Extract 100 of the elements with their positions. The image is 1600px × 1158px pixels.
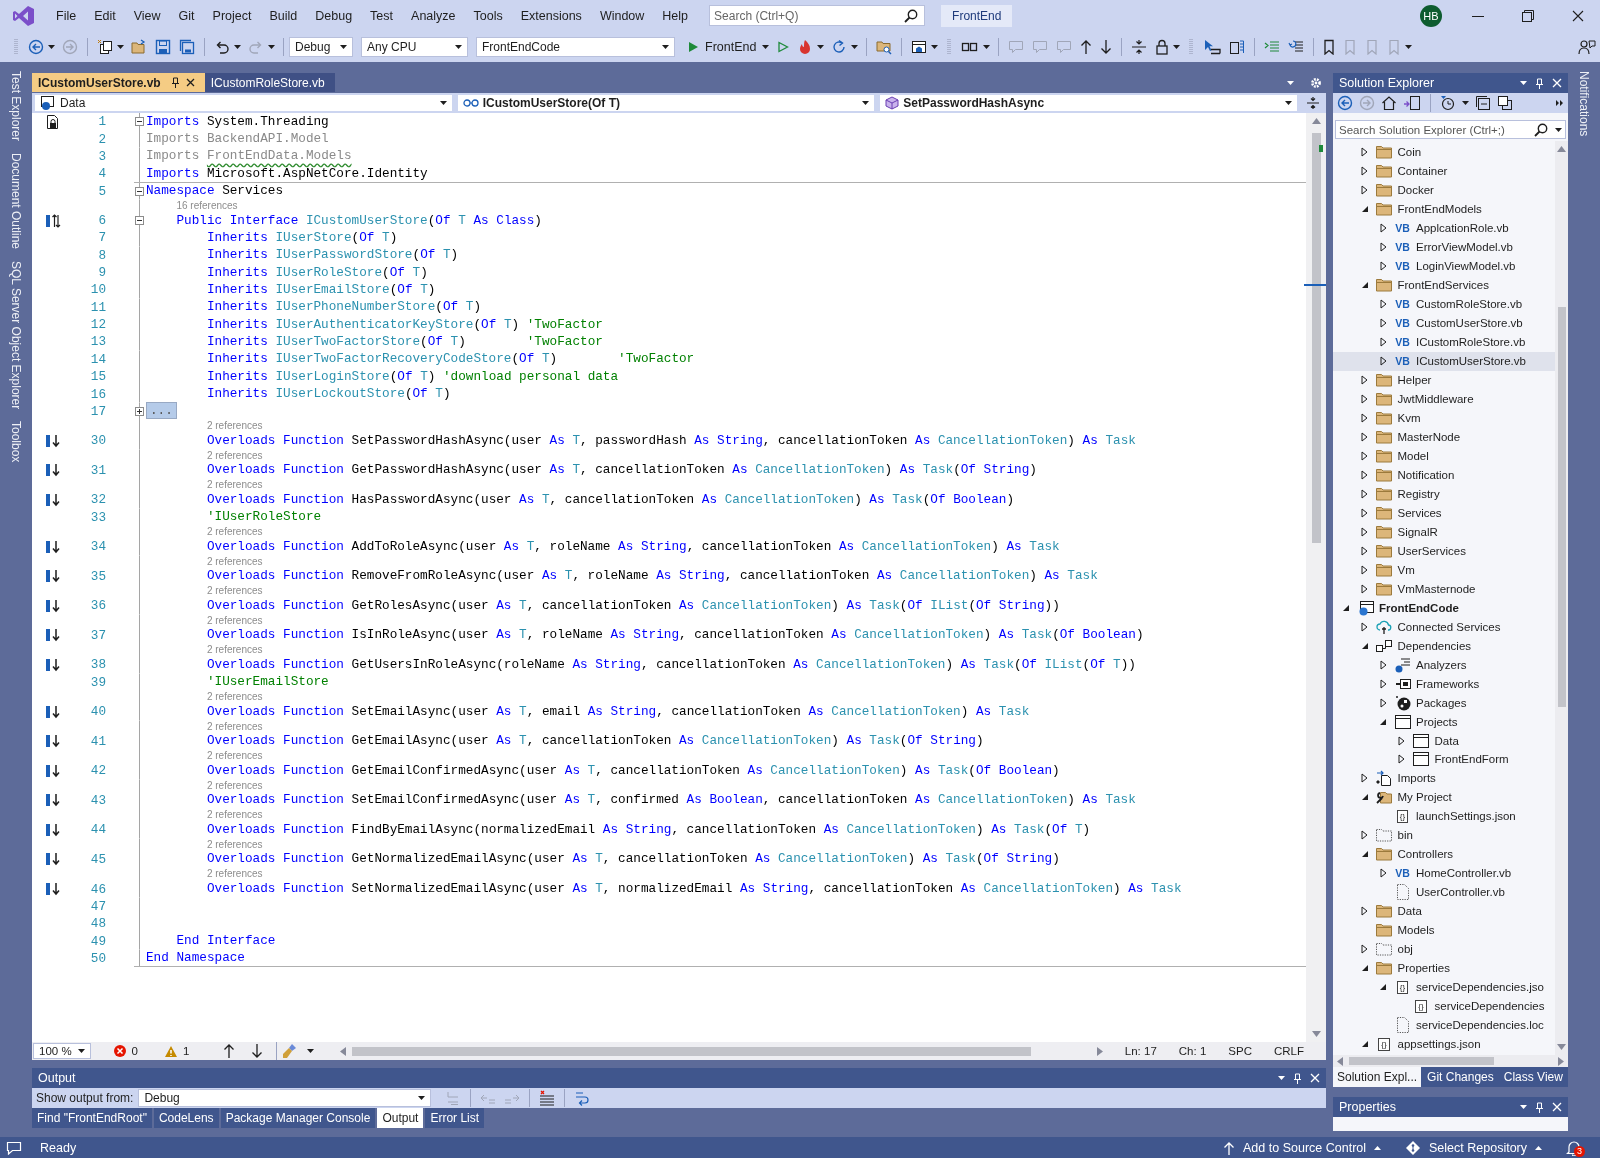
collapsed-region[interactable]: ... bbox=[146, 402, 177, 420]
tool-window-tab[interactable]: Notifications bbox=[1577, 71, 1591, 137]
expand-arrow-icon[interactable] bbox=[1361, 773, 1368, 784]
tree-item[interactable]: FrontEndServices bbox=[1333, 275, 1555, 295]
expand-arrow-icon[interactable] bbox=[1398, 735, 1405, 746]
tool-window-tab[interactable]: Test Explorer bbox=[9, 71, 23, 142]
caret-icon[interactable] bbox=[234, 44, 241, 49]
account-avatar[interactable]: HB bbox=[1420, 4, 1442, 27]
expand-icon[interactable] bbox=[134, 406, 144, 416]
bar-arrow-icon[interactable] bbox=[45, 569, 61, 584]
expand-arrow-icon[interactable] bbox=[1379, 337, 1387, 348]
up-arrow-icon[interactable] bbox=[223, 1043, 236, 1059]
bar-arrow-icon[interactable] bbox=[45, 598, 61, 613]
vertical-scrollbar[interactable] bbox=[1306, 113, 1326, 1042]
panel-tab[interactable]: CodeLens bbox=[153, 1108, 219, 1128]
references-link[interactable]: 2 references bbox=[206, 868, 263, 881]
menu-item[interactable]: Project bbox=[203, 4, 261, 27]
tree-item[interactable]: Coin bbox=[1333, 143, 1555, 162]
scrollbar-thumb[interactable] bbox=[1311, 133, 1321, 543]
panel-tab[interactable]: Git Changes bbox=[1423, 1067, 1498, 1087]
caret-icon[interactable] bbox=[268, 44, 275, 49]
clear-all-icon[interactable] bbox=[539, 1090, 556, 1106]
panel-tab[interactable]: Package Manager Console bbox=[220, 1108, 376, 1128]
scroll-up-icon[interactable] bbox=[1557, 146, 1566, 152]
menu-item[interactable]: Help bbox=[653, 4, 698, 27]
menu-item[interactable]: Build bbox=[260, 4, 307, 27]
references-link[interactable]: 2 references bbox=[206, 644, 263, 657]
menu-item[interactable]: Tools bbox=[464, 4, 512, 27]
scrollbar-thumb[interactable] bbox=[1557, 307, 1566, 707]
tree-item[interactable]: Helper bbox=[1333, 370, 1555, 390]
tree-item[interactable]: Projects bbox=[1333, 712, 1555, 732]
scroll-left-icon[interactable] bbox=[340, 1046, 347, 1056]
restore-icon[interactable] bbox=[1522, 9, 1534, 22]
dropdown-icon[interactable] bbox=[1520, 81, 1527, 85]
expand-arrow-icon[interactable] bbox=[1361, 185, 1368, 196]
tree-item[interactable]: Models bbox=[1333, 920, 1555, 940]
bookmark-icon[interactable] bbox=[1323, 38, 1336, 55]
expand-arrow-icon[interactable] bbox=[1379, 318, 1387, 329]
expand-arrow-icon[interactable] bbox=[1361, 621, 1368, 632]
tree-item[interactable]: Controllers bbox=[1333, 844, 1555, 864]
split-icon[interactable] bbox=[1306, 96, 1320, 110]
grip-icon[interactable] bbox=[14, 37, 18, 56]
bar-arrow-icon[interactable] bbox=[45, 734, 61, 749]
caret-icon[interactable] bbox=[1173, 44, 1181, 49]
tree-item[interactable]: UserController.vb bbox=[1333, 882, 1555, 902]
whitespace-indicator[interactable]: SPC bbox=[1228, 1045, 1252, 1057]
expand-arrow-icon[interactable] bbox=[1361, 147, 1368, 158]
scroll-down-icon[interactable] bbox=[1557, 1044, 1566, 1050]
switch-views-icon[interactable] bbox=[1403, 95, 1421, 111]
bar-arrow-icon[interactable] bbox=[45, 882, 61, 896]
grip-icon[interactable] bbox=[1189, 37, 1194, 56]
pages-icon[interactable] bbox=[1229, 38, 1246, 55]
expand-arrow-icon[interactable] bbox=[1361, 526, 1368, 537]
dropdown-icon[interactable] bbox=[1278, 1076, 1285, 1080]
expand-arrow-icon[interactable] bbox=[1379, 261, 1387, 272]
collapse-icon[interactable] bbox=[1131, 38, 1148, 55]
expand-arrow-icon[interactable] bbox=[1361, 413, 1368, 424]
save-all-icon[interactable] bbox=[179, 38, 195, 55]
menu-item[interactable]: Window bbox=[590, 4, 654, 27]
collapse-arrow-icon[interactable] bbox=[1360, 281, 1369, 290]
bar-arrow-icon[interactable] bbox=[45, 539, 61, 554]
references-link[interactable]: 2 references bbox=[206, 691, 263, 704]
refresh-icon[interactable] bbox=[831, 38, 848, 55]
tree-item[interactable]: Data bbox=[1333, 901, 1555, 921]
tree-item[interactable]: {} serviceDependencies bbox=[1333, 996, 1555, 1016]
references-link[interactable]: 2 references bbox=[206, 420, 263, 433]
references-link[interactable]: 2 references bbox=[206, 779, 263, 792]
search-field[interactable]: Search Solution Explorer (Ctrl+;) bbox=[1335, 120, 1566, 139]
collapse-arrow-icon[interactable] bbox=[1379, 983, 1387, 992]
panel-tab[interactable]: Output bbox=[377, 1108, 424, 1128]
caret-icon[interactable] bbox=[851, 44, 859, 49]
project-dropdown[interactable]: Data bbox=[34, 94, 453, 112]
caret-icon[interactable] bbox=[48, 44, 55, 49]
collapse-arrow-icon[interactable] bbox=[1360, 964, 1369, 973]
back-icon[interactable] bbox=[28, 38, 44, 55]
scroll-left-icon[interactable] bbox=[1337, 1056, 1343, 1066]
tree-item[interactable]: Registry bbox=[1333, 484, 1555, 504]
document-tab[interactable]: ICustomRoleStore.vb bbox=[204, 73, 335, 92]
tree-item[interactable]: Frameworks bbox=[1333, 674, 1555, 694]
tree-item[interactable]: VB CustomRoleStore.vb bbox=[1333, 294, 1555, 314]
references-link[interactable]: 2 references bbox=[206, 479, 263, 492]
tree-item[interactable]: Packages bbox=[1333, 693, 1555, 713]
brush-icon[interactable] bbox=[282, 1043, 299, 1059]
tree-item[interactable]: Notification bbox=[1333, 465, 1555, 485]
tree-item[interactable]: VmMasternode bbox=[1333, 579, 1555, 599]
word-wrap-icon[interactable] bbox=[574, 1090, 591, 1106]
panel-tab[interactable]: Error List bbox=[425, 1108, 485, 1128]
expand-arrow-icon[interactable] bbox=[1361, 375, 1368, 386]
panel-tab[interactable]: Find "FrontEndRoot" bbox=[32, 1108, 152, 1128]
bar-arrow-icon[interactable] bbox=[45, 763, 61, 778]
panel-tab[interactable]: Class View bbox=[1499, 1067, 1567, 1087]
tree-item[interactable]: VB ErrorViewModel.vb bbox=[1333, 237, 1555, 257]
tree-item[interactable]: Vm bbox=[1333, 560, 1555, 580]
expand-arrow-icon[interactable] bbox=[1361, 830, 1368, 841]
expand-arrow-icon[interactable] bbox=[1379, 242, 1387, 253]
tree-item[interactable]: My Project bbox=[1333, 787, 1555, 807]
window-icon[interactable] bbox=[911, 38, 928, 55]
references-link[interactable]: 2 references bbox=[206, 809, 263, 822]
references-link[interactable]: 2 references bbox=[206, 555, 263, 568]
new-item-icon[interactable] bbox=[97, 38, 113, 55]
